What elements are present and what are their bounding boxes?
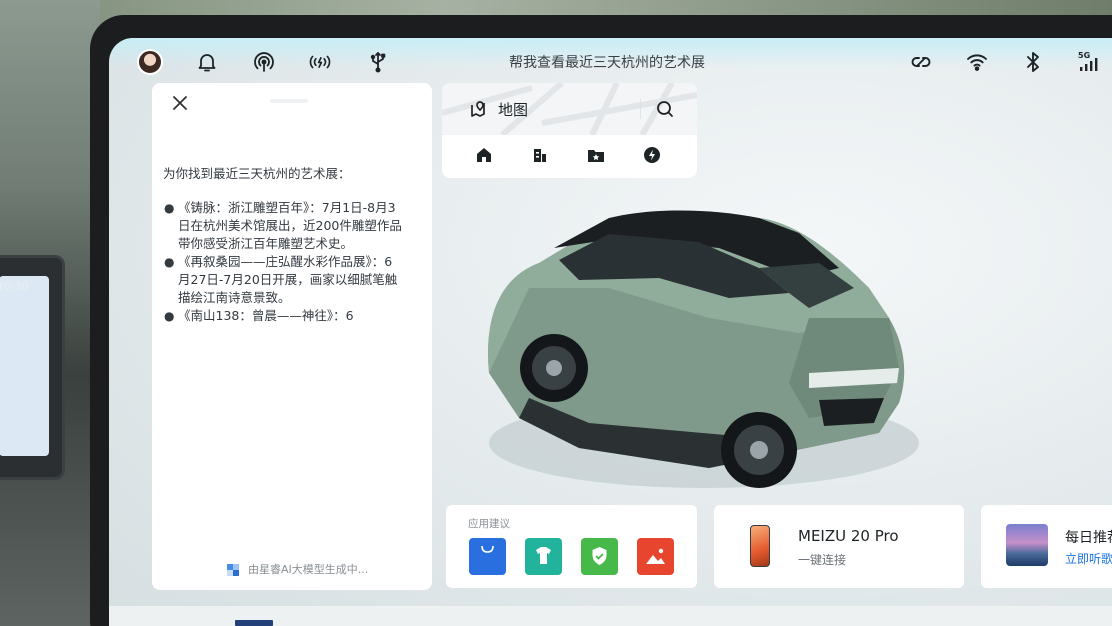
instrument-cluster-screen (0, 276, 49, 456)
dock-item[interactable] (235, 620, 273, 626)
music-recommend-card[interactable]: 每日推荐 立即听歌 (981, 505, 1112, 588)
wifi-icon[interactable] (965, 50, 989, 74)
instrument-cluster: 10:30 (0, 255, 65, 480)
search-icon[interactable] (655, 99, 675, 119)
app-suggestions-card: 应用建议 (446, 505, 697, 588)
phone-model-name: MEIZU 20 Pro (798, 527, 899, 545)
map-label: 地图 (498, 101, 529, 119)
tshirt-icon[interactable] (525, 538, 562, 575)
app-suggestions-title: 应用建议 (468, 518, 510, 530)
wireless-charging-icon[interactable] (308, 50, 334, 74)
bell-icon[interactable] (195, 50, 219, 74)
music-card-title: 每日推荐 (1065, 530, 1112, 546)
ai-answer-intro: 为你找到最近三天杭州的艺术展： (163, 166, 351, 181)
status-bar: 帮我查看最近三天杭州的艺术展 5G (109, 38, 1112, 86)
bluetooth-icon[interactable] (1021, 50, 1045, 74)
user-avatar[interactable] (137, 49, 163, 75)
usb-icon (366, 50, 390, 74)
phone-icon (750, 525, 770, 567)
vehicle-3d-model[interactable] (459, 168, 929, 498)
car-grille (819, 398, 884, 426)
favorites-icon[interactable] (587, 146, 605, 164)
voice-query-text: 帮我查看最近三天杭州的艺术展 (509, 55, 705, 71)
5g-label: 5G (1078, 51, 1090, 60)
divider (640, 99, 641, 119)
charging-icon[interactable] (643, 146, 661, 164)
ai-logo-icon (226, 562, 240, 576)
home-icon[interactable] (475, 146, 493, 164)
album-cover (1006, 524, 1048, 566)
shield-icon[interactable] (581, 538, 618, 575)
exhibition-text: 《再叙桑园——庄弘醒水彩作品展》：6 月27日-7月20日开展，画家以细腻笔触 … (178, 254, 398, 305)
list-item[interactable]: ● 《再叙桑园——庄弘醒水彩作品展》：6 月27日-7月20日开展，画家以细腻笔… (164, 253, 420, 307)
gallery-icon[interactable] (637, 538, 674, 575)
map-preview[interactable]: 地图 (442, 83, 697, 135)
exhibition-list: ● 《铸脉：浙江雕塑百年》：7月1日-8月3 日在杭州美术馆展出，近200件雕塑… (164, 199, 420, 325)
listen-now-link[interactable]: 立即听歌 (1065, 550, 1112, 567)
bullet: ● (164, 201, 175, 215)
exhibition-text: 《南山138：曾晨——神往》：6 (178, 308, 354, 323)
list-item[interactable]: ● 《铸脉：浙江雕塑百年》：7月1日-8月3 日在杭州美术馆展出，近200件雕塑… (164, 199, 420, 253)
infotainment-screen: 帮我查看最近三天杭州的艺术展 5G 为你找到最近三天杭州的艺术展： ● 《铸脉：… (109, 38, 1112, 626)
bullet: ● (164, 309, 175, 323)
exhibition-text: 《铸脉：浙江雕塑百年》：7月1日-8月3 日在杭州美术馆展出，近200件雕塑作品… (178, 200, 402, 251)
bullet: ● (164, 255, 175, 269)
map-pin-icon (468, 99, 488, 119)
close-icon[interactable] (168, 91, 192, 115)
ai-assistant-panel: 为你找到最近三天杭州的艺术展： ● 《铸脉：浙江雕塑百年》：7月1日-8月3 日… (152, 83, 432, 590)
hotspot-icon[interactable] (252, 50, 276, 74)
shopping-bag-icon[interactable] (469, 538, 506, 575)
5g-signal-icon: 5G (1077, 50, 1101, 74)
link-icon[interactable] (909, 50, 933, 74)
connect-action[interactable]: 一键连接 (798, 551, 846, 568)
ai-generating-text: 由星睿AI大模型生成中... (248, 563, 369, 576)
list-item[interactable]: ● 《南山138：曾晨——神往》：6 (164, 307, 420, 325)
phone-connect-card[interactable]: MEIZU 20 Pro 一键连接 (714, 505, 964, 588)
office-icon[interactable] (531, 146, 549, 164)
map-widget[interactable]: 地图 (442, 83, 697, 178)
cluster-time: 10:30 (0, 280, 29, 293)
drag-handle[interactable] (270, 99, 308, 103)
